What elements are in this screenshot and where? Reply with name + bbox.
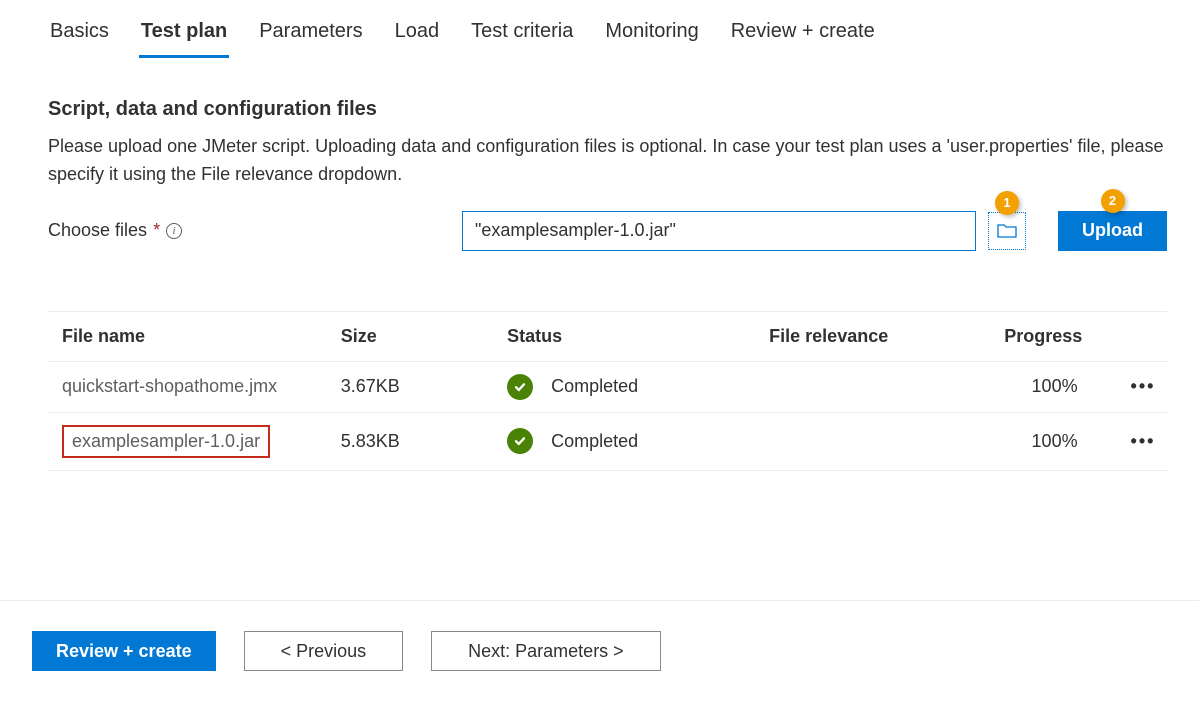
file-size-cell: 5.83KB	[327, 412, 493, 470]
upload-button-label: Upload	[1082, 220, 1143, 240]
choose-files-row: Choose files * i 1 2 Upload	[48, 211, 1167, 251]
file-name-cell: examplesampler-1.0.jar	[48, 412, 327, 470]
tabs-nav: Basics Test plan Parameters Load Test cr…	[48, 20, 1167, 58]
review-create-button[interactable]: Review + create	[32, 631, 216, 671]
header-filename[interactable]: File name	[48, 311, 327, 361]
file-status-cell: Completed	[493, 361, 755, 412]
file-relevance-cell	[755, 361, 990, 412]
row-more-button[interactable]: •••	[1115, 361, 1167, 412]
section-title: Script, data and configuration files	[48, 98, 1167, 121]
status-label: Completed	[551, 376, 638, 397]
file-size-cell: 3.67KB	[327, 361, 493, 412]
header-status[interactable]: Status	[493, 311, 755, 361]
status-label: Completed	[551, 431, 638, 452]
callout-2: 2	[1101, 189, 1125, 213]
upload-button[interactable]: 2 Upload	[1058, 211, 1167, 251]
table-row: examplesampler-1.0.jar 5.83KB Completed …	[48, 412, 1167, 470]
tab-load[interactable]: Load	[393, 20, 442, 58]
tab-basics[interactable]: Basics	[48, 20, 111, 58]
file-relevance-cell	[755, 412, 990, 470]
header-progress[interactable]: Progress	[990, 311, 1115, 361]
tab-monitoring[interactable]: Monitoring	[603, 20, 700, 58]
files-table: File name Size Status File relevance Pro…	[48, 311, 1167, 471]
table-row: quickstart-shopathome.jmx 3.67KB Complet…	[48, 361, 1167, 412]
file-name-cell: quickstart-shopathome.jmx	[48, 361, 327, 412]
file-status-cell: Completed	[493, 412, 755, 470]
file-input[interactable]	[462, 211, 976, 251]
check-icon	[507, 428, 533, 454]
row-more-button[interactable]: •••	[1115, 412, 1167, 470]
header-size[interactable]: Size	[327, 311, 493, 361]
folder-icon	[997, 223, 1017, 239]
check-icon	[507, 374, 533, 400]
file-progress-cell: 100%	[990, 412, 1115, 470]
highlighted-filename: examplesampler-1.0.jar	[62, 425, 270, 458]
required-indicator: *	[153, 220, 160, 241]
tab-review-create[interactable]: Review + create	[729, 20, 877, 58]
choose-files-label-wrap: Choose files * i	[48, 220, 450, 241]
tab-parameters[interactable]: Parameters	[257, 20, 364, 58]
browse-button[interactable]: 1	[988, 212, 1026, 250]
choose-files-label: Choose files	[48, 220, 147, 241]
file-progress-cell: 100%	[990, 361, 1115, 412]
tab-test-plan[interactable]: Test plan	[139, 20, 229, 58]
footer-bar: Review + create < Previous Next: Paramet…	[0, 600, 1199, 701]
section-description: Please upload one JMeter script. Uploadi…	[48, 133, 1167, 189]
header-relevance[interactable]: File relevance	[755, 311, 990, 361]
callout-1: 1	[995, 191, 1019, 215]
tab-test-criteria[interactable]: Test criteria	[469, 20, 575, 58]
info-icon[interactable]: i	[166, 223, 182, 239]
next-button[interactable]: Next: Parameters >	[431, 631, 661, 671]
previous-button[interactable]: < Previous	[244, 631, 404, 671]
